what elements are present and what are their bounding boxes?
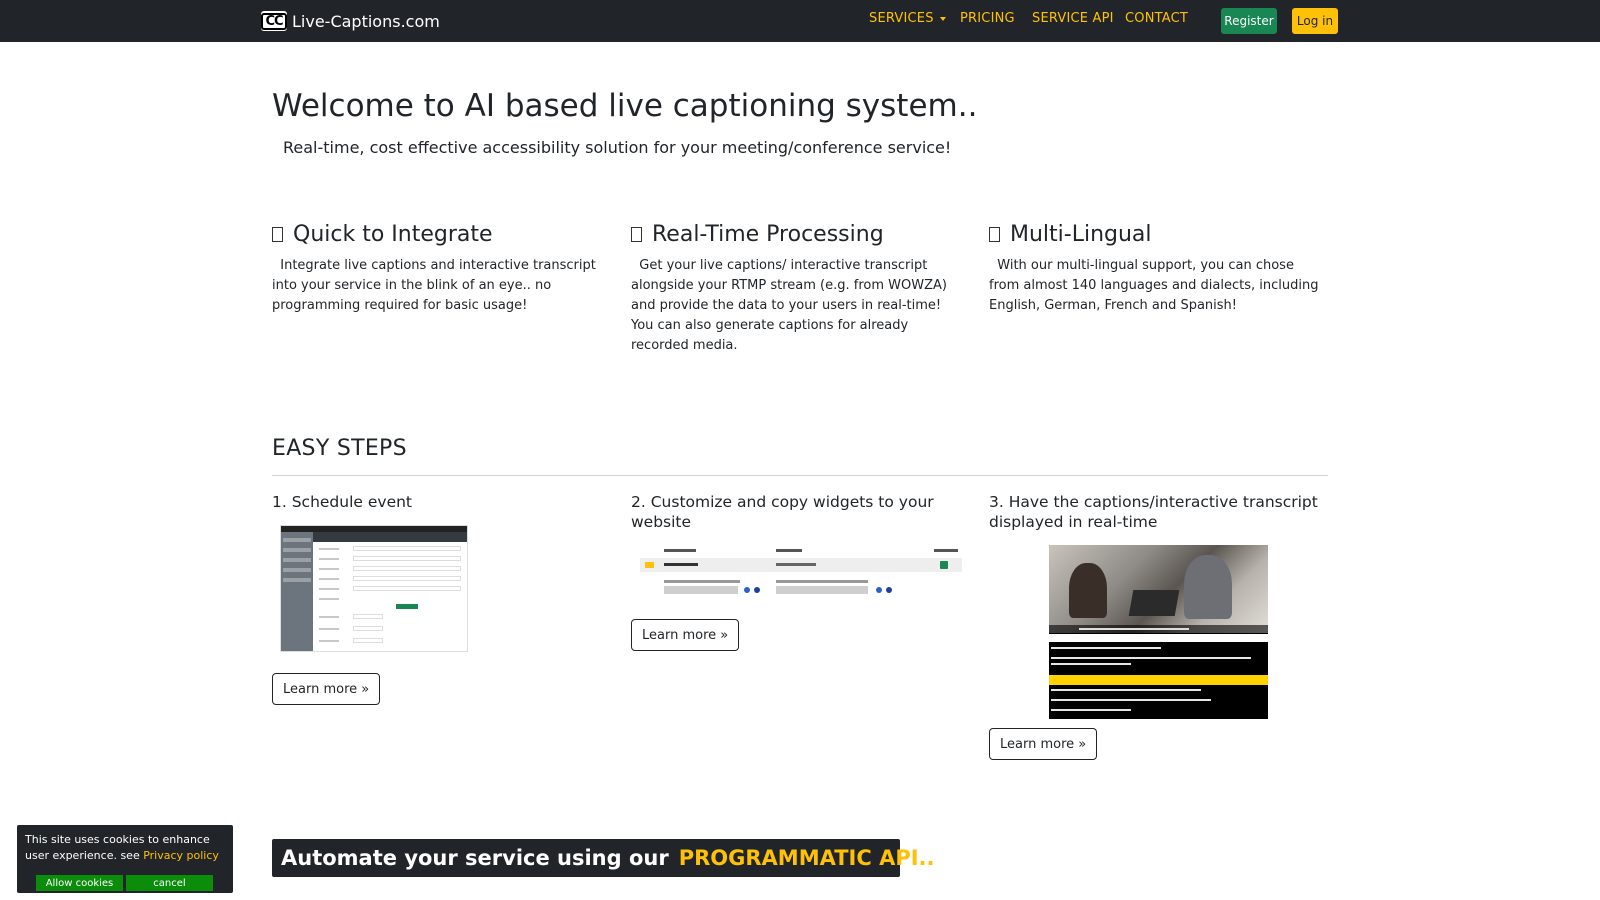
caret-down-icon (939, 16, 946, 21)
step-title: 3. Have the captions/interactive transcr… (989, 493, 1318, 531)
transcript-player-screenshot (1049, 545, 1268, 719)
brand-name: Live-Captions.com (292, 11, 440, 31)
feature-multi-lingual: Multi-Lingual With our multi-lingual sup… (989, 222, 1319, 316)
step-title: 1. Schedule event (272, 493, 413, 511)
learn-more-captions-button[interactable]: Learn more » (989, 728, 1098, 760)
login-button[interactable]: Log in (1292, 8, 1338, 34)
feature-title: Multi-Lingual (1010, 222, 1152, 247)
easy-steps-heading: EASY STEPS (272, 436, 407, 461)
nav-pricing[interactable]: PRICING (960, 11, 1015, 26)
feature-icon-placeholder (989, 227, 1000, 242)
feature-title: Quick to Integrate (293, 222, 493, 247)
cc-logo-icon: CC (261, 11, 287, 31)
learn-more-widgets-button[interactable]: Learn more » (631, 619, 740, 651)
allow-cookies-button[interactable]: Allow cookies (36, 875, 123, 891)
feature-icon-placeholder (631, 227, 642, 242)
privacy-policy-link[interactable]: Privacy policy (143, 849, 219, 862)
top-navbar: CC Live-Captions.com SERVICES PRICING SE… (0, 0, 1600, 42)
api-banner-text: Automate your service using our (281, 846, 669, 870)
api-banner-link[interactable]: PROGRAMMATIC API.. (679, 846, 935, 870)
step-customize-widgets: 2. Customize and copy widgets to your we… (631, 492, 961, 532)
feature-text: Integrate live captions and interactive … (272, 258, 596, 313)
feature-quick-integrate: Quick to Integrate Integrate live captio… (272, 222, 602, 316)
nav-service-api[interactable]: SERVICE API (1032, 11, 1114, 26)
schedule-event-screenshot (280, 525, 468, 652)
nav-services-dropdown[interactable]: SERVICES (869, 11, 946, 26)
step-title: 2. Customize and copy widgets to your we… (631, 493, 934, 531)
feature-title: Real-Time Processing (652, 222, 884, 247)
widgets-screenshot (640, 549, 962, 597)
feature-text: With our multi-lingual support, you can … (989, 258, 1319, 313)
feature-text: Get your live captions/ interactive tran… (631, 258, 947, 353)
hero-subtitle: Real-time, cost effective accessibility … (283, 138, 952, 157)
brand-link[interactable]: CC Live-Captions.com (261, 9, 440, 33)
cookie-consent-popup: This site uses cookies to enhance user e… (17, 825, 233, 893)
feature-real-time: Real-Time Processing Get your live capti… (631, 222, 961, 356)
nav-contact[interactable]: CONTACT (1125, 11, 1188, 26)
section-divider (272, 475, 1328, 476)
learn-more-schedule-button[interactable]: Learn more » (272, 673, 381, 705)
feature-icon-placeholder (272, 227, 283, 242)
api-banner: Automate your service using our PROGRAMM… (272, 839, 934, 877)
step-captions-realtime: 3. Have the captions/interactive transcr… (989, 492, 1319, 532)
cancel-cookies-button[interactable]: cancel (126, 875, 213, 891)
register-button[interactable]: Register (1221, 8, 1277, 34)
step-schedule-event: 1. Schedule event (272, 492, 602, 512)
hero-title: Welcome to AI based live captioning syst… (272, 88, 978, 124)
